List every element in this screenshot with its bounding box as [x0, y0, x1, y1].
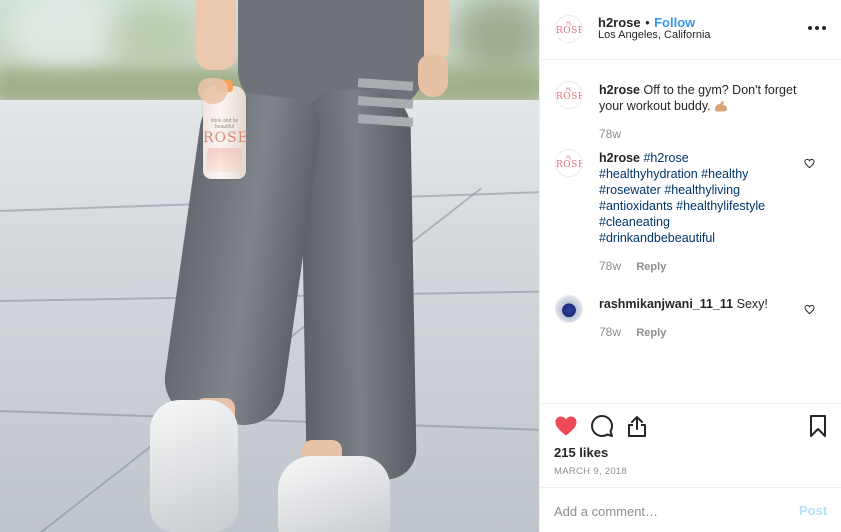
like-comment-heart-icon[interactable]	[804, 304, 815, 315]
hashtag-link[interactable]: #drinkandbebeautiful	[599, 231, 715, 245]
background-blur	[455, 0, 539, 75]
reply-button[interactable]: Reply	[636, 327, 666, 339]
hashtag-link[interactable]: #healthyliving	[664, 183, 740, 197]
background-blur	[110, 0, 200, 70]
post-location[interactable]: Los Angeles, California	[598, 29, 711, 41]
comment-username[interactable]: h2rose	[599, 151, 640, 165]
comment-time[interactable]: 78w	[599, 325, 621, 339]
hashtag-link[interactable]: #healthyhydration	[599, 167, 698, 181]
post-header: H₂ ROSE h2rose • Follow Los Angeles, Cal…	[540, 0, 841, 60]
post-actions: 215 likes March 9, 2018	[540, 403, 841, 487]
post-comment-button[interactable]: Post	[799, 503, 827, 518]
heart-filled-icon[interactable]	[554, 414, 578, 438]
hashtag-link[interactable]: #antioxidants	[599, 199, 673, 213]
comment-username[interactable]: h2rose	[599, 83, 640, 97]
avatar-logo-text: ROSE	[556, 160, 583, 170]
comment-text: Sexy!	[736, 297, 768, 311]
comment-meta: 78w Reply	[599, 259, 666, 273]
share-icon[interactable]	[625, 414, 649, 438]
comment-meta: 78w	[599, 127, 621, 141]
header-username[interactable]: h2rose	[598, 15, 641, 30]
avatar[interactable]: H₂ ROSE	[555, 15, 583, 43]
post-photo[interactable]: drink and be beautiful ROSE	[0, 0, 539, 532]
follow-button[interactable]: Follow	[654, 15, 695, 30]
comment-body: h2rose Off to the gym? Don't forget your…	[599, 82, 804, 114]
right-sneaker	[278, 456, 390, 532]
likes-count[interactable]: 215 likes	[554, 445, 608, 460]
comment-input[interactable]	[554, 500, 784, 522]
avatar-logo-text: ROSE	[556, 92, 583, 102]
separator-dot: •	[645, 15, 650, 30]
background-blur	[10, 0, 120, 70]
right-hand	[418, 55, 448, 97]
comments-list[interactable]: H₂ ROSE h2rose Off to the gym? Don't for…	[540, 61, 841, 403]
add-comment-bar: Post	[540, 487, 841, 532]
hashtag-link[interactable]: #healthy	[701, 167, 748, 181]
comment-body: rashmikanjwani_11_11 Sexy!	[599, 296, 804, 312]
bottle-brand-label: ROSE	[203, 130, 249, 146]
avatar[interactable]: H₂ ROSE	[555, 149, 583, 177]
comment-meta: 78w Reply	[599, 325, 666, 339]
avatar-logo-text: ROSE	[556, 26, 583, 36]
reply-button[interactable]: Reply	[636, 261, 666, 273]
left-arm	[196, 0, 236, 70]
comment-icon[interactable]	[590, 414, 614, 438]
like-comment-heart-icon[interactable]	[804, 158, 815, 169]
comment-username[interactable]: rashmikanjwani_11_11	[599, 297, 733, 311]
hashtag-link[interactable]: #healthylifestyle	[676, 199, 765, 213]
flexed-biceps-icon	[715, 101, 728, 112]
hashtag-link[interactable]: #h2rose	[643, 151, 688, 165]
comment-time[interactable]: 78w	[599, 127, 621, 141]
hashtag-link[interactable]: #cleaneating	[599, 215, 670, 229]
avatar[interactable]: H₂ ROSE	[555, 81, 583, 109]
comment-time[interactable]: 78w	[599, 259, 621, 273]
post-date[interactable]: March 9, 2018	[554, 466, 627, 477]
left-sneaker	[150, 400, 238, 532]
post-detail-panel: H₂ ROSE h2rose • Follow Los Angeles, Cal…	[539, 0, 841, 532]
bottle-liquid	[207, 148, 242, 172]
comment-body: h2rose #h2rose #healthyhydration #health…	[599, 150, 804, 246]
bookmark-icon[interactable]	[806, 414, 830, 438]
more-horizontal-icon[interactable]	[808, 26, 826, 32]
avatar[interactable]	[555, 295, 583, 323]
hashtag-link[interactable]: #rosewater	[599, 183, 661, 197]
bottle-tagline: drink and be beautiful	[210, 118, 239, 130]
